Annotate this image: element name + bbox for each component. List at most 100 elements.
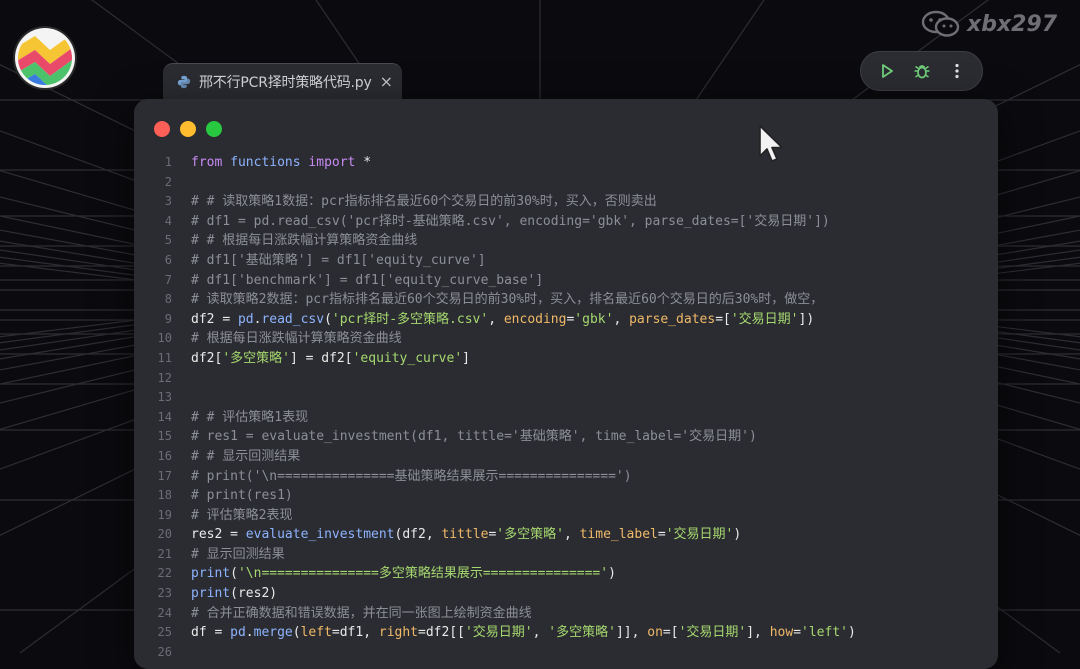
- line-source: print(res2): [191, 584, 277, 604]
- code-line: 2: [134, 173, 998, 193]
- code-line: 12: [134, 369, 998, 389]
- line-source: # df1['benchmark'] = df1['equity_curve_b…: [191, 271, 543, 291]
- line-number: 11: [157, 350, 172, 365]
- code-line: 14 # # 评估策略1表现: [134, 408, 998, 428]
- code-line: 9 df2 = pd.read_csv('pcr择时-多空策略.csv', enc…: [134, 310, 998, 330]
- code-token: ): [608, 566, 616, 582]
- code-token: # df1['benchmark'] = df1['equity_curve_b…: [191, 272, 544, 288]
- more-button[interactable]: [944, 58, 970, 84]
- app-logo: [15, 28, 75, 88]
- line-source: # # 读取策略1数据：pcr指标排名最近60个交易日的前30%时，买入，否则卖…: [191, 192, 657, 212]
- code-token: ,: [563, 527, 580, 543]
- code-token: # 显示回测结果: [191, 546, 285, 562]
- code-token: '交易日期': [665, 527, 734, 543]
- code-token: # 合并正确数据和错误数据，并在同一张图上绘制资金曲线: [191, 605, 532, 621]
- line-source: # # 评估策略1表现: [191, 408, 308, 428]
- code-line: 5 # # 根据每日涨跌幅计算策略资金曲线: [134, 231, 998, 251]
- more-vertical-icon: [954, 63, 959, 79]
- close-window-button[interactable]: [154, 121, 170, 137]
- line-number: 24: [157, 605, 172, 620]
- code-token: df2: [191, 350, 215, 366]
- line-number: 8: [164, 292, 172, 307]
- code-token: ): [733, 527, 742, 543]
- maximize-window-button[interactable]: [206, 121, 222, 137]
- code-token: time_label: [579, 527, 658, 543]
- debug-button[interactable]: [909, 58, 935, 84]
- line-source: # res1 = evaluate_investment(df1, tittle…: [191, 427, 757, 447]
- code-token: '\n===============多空策略结果展示==============…: [237, 566, 609, 582]
- line-number: 12: [157, 370, 172, 385]
- code-line: 24 # 合并正确数据和错误数据，并在同一张图上绘制资金曲线: [134, 604, 998, 624]
- run-icon: [881, 64, 893, 78]
- code-token: encoding: [503, 311, 567, 327]
- code-token: df2: [321, 350, 345, 366]
- line-number: 6: [164, 252, 172, 267]
- code-token: how: [769, 625, 794, 641]
- code-token: merge: [253, 625, 293, 641]
- line-number: 4: [164, 213, 172, 228]
- line-number: 16: [157, 448, 172, 463]
- code-token: print: [191, 586, 231, 602]
- code-token: res2: [191, 527, 231, 543]
- mouse-cursor-icon: [759, 125, 783, 162]
- code-area[interactable]: 1 from functions import * 2 3 # # 读取策略1数据：pc…: [134, 153, 998, 662]
- code-line: 1 from functions import *: [134, 153, 998, 173]
- line-number: 23: [157, 586, 172, 601]
- code-line: 17 # print('\n===============基础策略结果展示====…: [134, 467, 998, 487]
- code-token: res2: [237, 586, 270, 602]
- code-token: '交易日期': [464, 625, 533, 641]
- code-token: 'gbk': [574, 311, 614, 327]
- code-token: =: [418, 625, 426, 641]
- code-line: 3 # # 读取策略1数据：pcr指标排名最近60个交易日的前30%时，买入，否则…: [134, 192, 998, 212]
- code-token: 'pcr择时-多空策略.csv': [331, 311, 489, 327]
- code-line: 21 # 显示回测结果: [134, 545, 998, 565]
- code-token: [[: [449, 625, 465, 641]
- code-token: left: [300, 625, 332, 641]
- code-token: # df1 = pd.read_csv('pcr择时-基础策略.csv', en…: [191, 213, 830, 229]
- line-source: # df1 = pd.read_csv('pcr择时-基础策略.csv', en…: [191, 212, 830, 232]
- line-number: 14: [157, 409, 172, 424]
- code-token: (: [230, 586, 238, 602]
- code-editor-window: 1 from functions import * 2 3 # # 读取策略1数据：pc…: [134, 99, 998, 669]
- code-line: 19 # 评估策略2表现: [134, 506, 998, 526]
- code-token: ] =: [289, 350, 322, 366]
- line-number: 1: [164, 155, 172, 169]
- watermark-text: xbx297: [967, 11, 1058, 37]
- code-line: 8 # 读取策略2数据：pcr指标排名最近60个交易日的前30%时，买入，排名最近…: [134, 290, 998, 310]
- code-token: '多空策略': [496, 527, 564, 543]
- line-source: from functions import *: [191, 153, 371, 173]
- line-number: 22: [157, 566, 172, 581]
- line-number: 3: [164, 194, 172, 209]
- code-token: ]: [462, 350, 470, 366]
- code-token: ,: [425, 527, 442, 543]
- code-token: # df1['基础策略'] = df1['equity_curve']: [191, 252, 486, 268]
- line-number: 17: [157, 468, 172, 483]
- code-token: =: [214, 625, 231, 641]
- code-token: ]): [798, 311, 815, 327]
- code-token: # # 根据每日涨跌幅计算策略资金曲线: [191, 233, 418, 249]
- watermark: xbx297: [921, 9, 1057, 39]
- code-token: =[: [715, 311, 731, 327]
- code-line: 23 print(res2): [134, 584, 998, 604]
- code-token: tittle: [441, 527, 489, 543]
- code-line: 13: [134, 388, 998, 408]
- code-token: '交易日期': [730, 311, 799, 327]
- code-token: ,: [488, 311, 504, 327]
- code-token: # print('\n===============基础策略结果展示======…: [191, 468, 632, 484]
- code-token: .: [245, 625, 254, 641]
- line-source: # 合并正确数据和错误数据，并在同一张图上绘制资金曲线: [191, 604, 532, 624]
- minimize-window-button[interactable]: [180, 121, 196, 137]
- tab-title: 邢不行PCR择时策略代码.py: [199, 74, 372, 91]
- code-token: parse_dates: [629, 311, 716, 327]
- line-source: res2 = evaluate_investment(df2, tittle='…: [191, 525, 741, 545]
- file-tab[interactable]: 邢不行PCR择时策略代码.py ×: [163, 63, 402, 99]
- code-line: 4 # df1 = pd.read_csv('pcr择时-基础策略.csv', e…: [134, 212, 998, 232]
- tab-close-icon[interactable]: ×: [380, 73, 393, 90]
- code-token: df: [191, 625, 215, 641]
- code-token: import: [308, 155, 364, 170]
- code-line: 11 df2['多空策略'] = df2['equity_curve']: [134, 349, 998, 369]
- line-source: df2['多空策略'] = df2['equity_curve']: [191, 349, 470, 369]
- run-toolbar: [860, 51, 983, 91]
- run-button[interactable]: [874, 58, 900, 84]
- line-number: 20: [157, 527, 172, 542]
